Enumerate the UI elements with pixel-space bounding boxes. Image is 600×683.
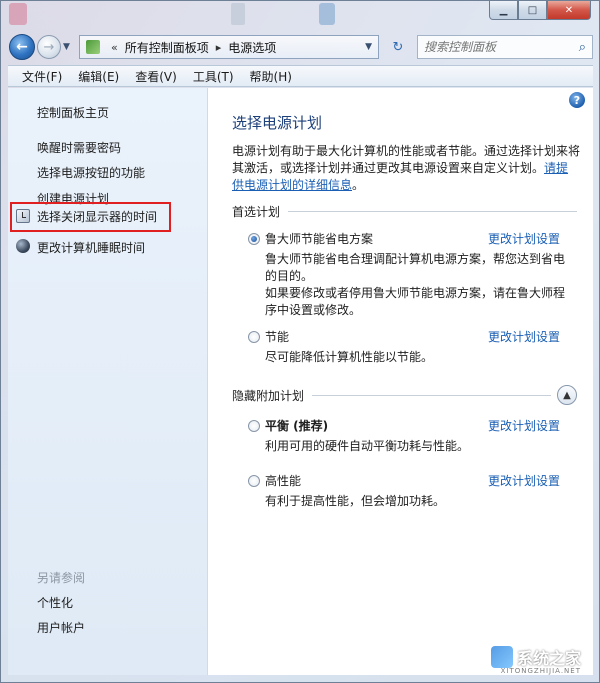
back-arrow-icon: ← xyxy=(16,39,28,55)
sidebar-item-display-off[interactable]: 选择关闭显示器的时间 xyxy=(37,208,157,225)
close-button[interactable]: ✕ xyxy=(547,1,591,20)
plan-high-performance: 高性能 更改计划设置 有利于提高性能，但会增加功耗。 xyxy=(248,472,577,510)
chevron-up-icon: ▲ xyxy=(563,389,571,401)
plan-description: 鲁大师节能省电合理调配计算机电源方案，帮您达到省电的目的。 如果要修改或者停用鲁… xyxy=(265,252,566,317)
plan-name[interactable]: 节能 xyxy=(265,328,289,345)
background-app-icon xyxy=(319,3,335,25)
plan-description: 利用可用的硬件自动平衡功耗与性能。 xyxy=(265,439,470,453)
menu-bar: 文件(F) 编辑(E) 查看(V) 工具(T) 帮助(H) xyxy=(8,65,593,87)
maximize-button[interactable]: □ xyxy=(518,1,547,20)
see-also-heading: 另请参阅 xyxy=(37,571,86,585)
hidden-plans-title: 隐藏附加计划 xyxy=(232,388,305,403)
content-area: 控制面板主页 唤醒时需要密码 选择电源按钮的功能 创建电源计划 选择关闭显示器的… xyxy=(8,88,593,675)
breadcrumb-overflow[interactable]: « xyxy=(111,41,118,54)
breadcrumb-separator[interactable]: ▸ xyxy=(216,41,222,54)
background-app-icon xyxy=(9,3,27,25)
search-icon[interactable]: ⌕ xyxy=(579,40,586,55)
clock-icon xyxy=(16,209,30,223)
plan-description: 尽可能降低计算机性能以节能。 xyxy=(265,350,434,364)
main-panel: ? 选择电源计划 电源计划有助于最大化计算机的性能或者节能。通过选择计划来将其激… xyxy=(208,88,593,675)
forward-arrow-icon: → xyxy=(43,39,55,55)
maximize-icon: □ xyxy=(527,4,538,16)
refresh-button[interactable]: ↻ xyxy=(387,40,409,55)
close-icon: ✕ xyxy=(564,4,574,16)
menu-tools[interactable]: 工具(T) xyxy=(185,68,242,85)
sidebar: 控制面板主页 唤醒时需要密码 选择电源按钮的功能 创建电源计划 选择关闭显示器的… xyxy=(8,88,208,675)
sidebar-item-user-accounts[interactable]: 用户帐户 xyxy=(37,619,85,636)
menu-file[interactable]: 文件(F) xyxy=(14,68,70,85)
search-box[interactable]: ⌕ xyxy=(417,35,593,59)
watermark-logo-icon xyxy=(490,646,513,668)
sidebar-item-personalization[interactable]: 个性化 xyxy=(37,594,73,611)
hidden-plans-heading: 隐藏附加计划 ▲ xyxy=(232,385,577,405)
preferred-plans-heading: 首选计划 xyxy=(232,203,577,220)
intro-body: 电源计划有助于最大化计算机的性能或者节能。通过选择计划来将其激活，或选择计划并通… xyxy=(232,144,581,175)
background-app-icon xyxy=(231,3,245,25)
watermark-text: 系统之家 xyxy=(516,649,581,668)
address-dropdown[interactable]: ▼ xyxy=(365,42,372,52)
change-plan-settings-link[interactable]: 更改计划设置 xyxy=(488,328,560,345)
back-button[interactable]: ← xyxy=(9,34,35,60)
help-icon[interactable]: ? xyxy=(569,92,585,108)
sidebar-item-wake-password[interactable]: 唤醒时需要密码 xyxy=(37,139,121,156)
address-bar[interactable]: « 所有控制面板项 ▸ 电源选项 ▼ xyxy=(79,35,379,59)
change-plan-settings-link[interactable]: 更改计划设置 xyxy=(488,230,560,247)
watermark: 系统之家 XITONGZHIJIA.NET xyxy=(490,645,581,675)
intro-text: 电源计划有助于最大化计算机的性能或者节能。通过选择计划来将其激活，或选择计划并通… xyxy=(232,143,580,194)
plan-radio-ludashi[interactable] xyxy=(248,232,260,245)
plan-name[interactable]: 高性能 xyxy=(265,472,301,489)
navigation-bar: ← → ▼ « 所有控制面板项 ▸ 电源选项 ▼ ↻ ⌕ xyxy=(9,33,593,61)
breadcrumb-power-options[interactable]: 电源选项 xyxy=(228,39,276,56)
plan-radio-high-performance[interactable] xyxy=(248,474,260,487)
plan-ludashi: 鲁大师节能省电方案 更改计划设置 鲁大师节能省电合理调配计算机电源方案，帮您达到… xyxy=(248,230,577,319)
menu-help[interactable]: 帮助(H) xyxy=(242,68,300,85)
collapse-button[interactable]: ▲ xyxy=(557,385,577,405)
sidebar-home-link[interactable]: 控制面板主页 xyxy=(37,104,109,121)
window-controls: ▁ □ ✕ xyxy=(489,1,591,20)
minimize-icon: ▁ xyxy=(499,4,508,16)
sidebar-item-power-button[interactable]: 选择电源按钮的功能 xyxy=(37,164,145,181)
intro-end: 。 xyxy=(352,178,365,192)
breadcrumb-all-items[interactable]: 所有控制面板项 xyxy=(125,39,209,56)
plan-power-saver: 节能 更改计划设置 尽可能降低计算机性能以节能。 xyxy=(248,328,577,366)
forward-button[interactable]: → xyxy=(37,35,61,59)
menu-edit[interactable]: 编辑(E) xyxy=(70,68,127,85)
plan-radio-power-saver[interactable] xyxy=(248,330,260,343)
minimize-button[interactable]: ▁ xyxy=(489,1,518,20)
page-title: 选择电源计划 xyxy=(232,114,323,132)
chevron-down-icon: ▼ xyxy=(63,42,70,52)
preferred-plans-title: 首选计划 xyxy=(232,205,281,219)
sidebar-item-sleep-time[interactable]: 更改计算机睡眠时间 xyxy=(37,239,145,256)
refresh-icon: ↻ xyxy=(392,39,404,55)
control-panel-icon xyxy=(86,40,100,54)
divider xyxy=(288,211,577,212)
menu-view[interactable]: 查看(V) xyxy=(127,68,185,85)
divider xyxy=(312,394,551,396)
watermark-subtext: XITONGZHIJIA.NET xyxy=(500,667,581,675)
control-panel-window: ▁ □ ✕ ← → ▼ « 所有控制面板项 ▸ 电源选项 ▼ ↻ ⌕ 文件(F)… xyxy=(0,0,600,683)
plan-name[interactable]: 鲁大师节能省电方案 xyxy=(265,230,373,247)
plan-balanced: 平衡 (推荐) 更改计划设置 利用可用的硬件自动平衡功耗与性能。 xyxy=(248,417,577,455)
plan-radio-balanced[interactable] xyxy=(248,419,260,432)
plan-name[interactable]: 平衡 (推荐) xyxy=(265,417,328,434)
change-plan-settings-link[interactable]: 更改计划设置 xyxy=(488,417,560,434)
change-plan-settings-link[interactable]: 更改计划设置 xyxy=(488,472,560,489)
search-input[interactable] xyxy=(424,40,579,54)
plan-description: 有利于提高性能，但会增加功耗。 xyxy=(265,494,446,508)
moon-icon xyxy=(16,239,30,253)
recent-pages-dropdown[interactable]: ▼ xyxy=(63,42,75,52)
